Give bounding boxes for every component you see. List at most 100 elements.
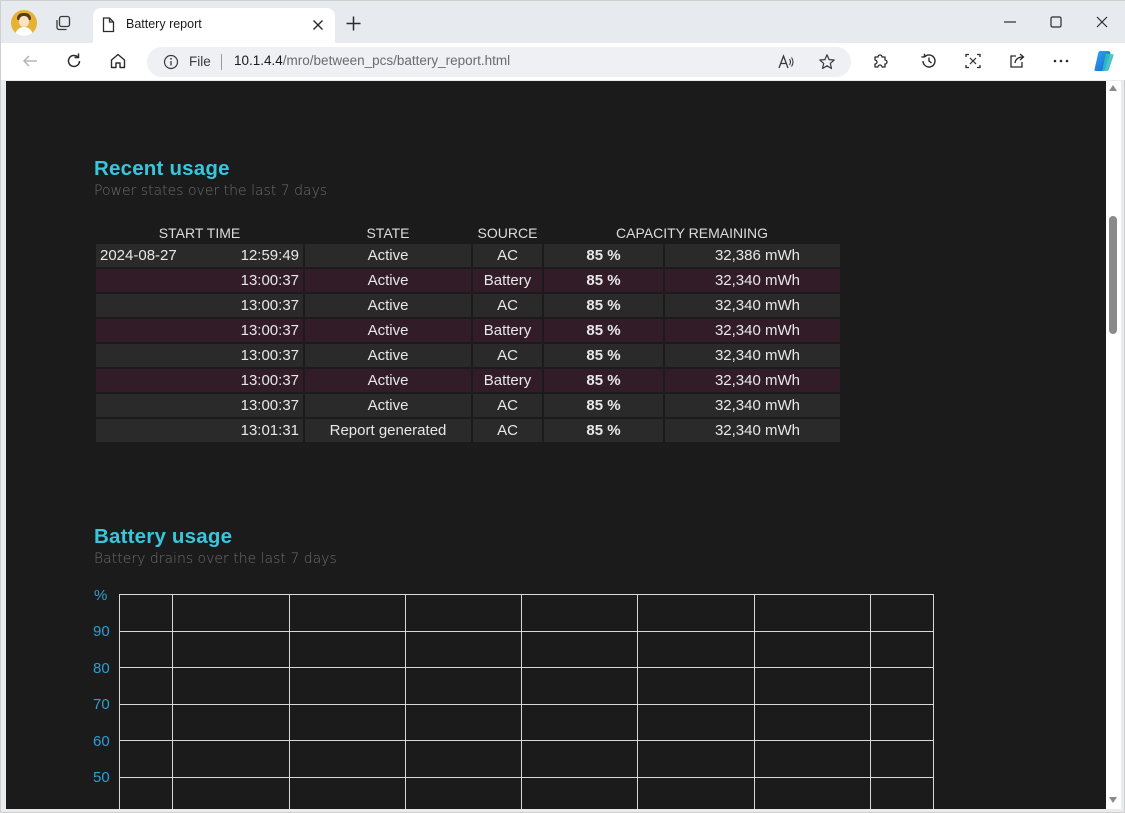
screenshot-icon[interactable] — [964, 52, 982, 70]
back-icon[interactable] — [21, 52, 39, 70]
cell-start-time: 13:00:37 — [96, 369, 303, 392]
vertical-scrollbar[interactable] — [1106, 81, 1121, 809]
cell-start-time: 13:00:37 — [96, 319, 303, 342]
cell-time: 13:00:37 — [240, 372, 299, 389]
address-bar[interactable]: File 10.1.4.4/mro/between_pcs/battery_re… — [147, 47, 851, 77]
tab-title: Battery report — [126, 17, 202, 31]
cell-capacity: 32,340 mWh — [665, 269, 840, 292]
cell-state: Active — [305, 319, 471, 342]
table-body: 2024-08-27 12:59:49 Active AC 85 % 32,386 mWh… — [96, 244, 840, 442]
battery-usage-heading: Battery usage — [94, 525, 233, 548]
table-row: 13:00:37 Active AC 85 % 32,340 mWh — [96, 394, 840, 417]
home-icon[interactable] — [109, 52, 127, 70]
read-aloud-icon[interactable] — [777, 53, 795, 71]
cell-time: 13:00:37 — [240, 397, 299, 414]
column-header-source: SOURCE — [477, 224, 538, 241]
workspaces-icon[interactable] — [55, 15, 71, 31]
close-tab-icon[interactable] — [311, 18, 325, 32]
column-header-state: STATE — [366, 224, 410, 241]
url-text[interactable]: 10.1.4.4/mro/between_pcs/battery_report.… — [234, 53, 510, 68]
cell-start-time: 13:00:37 — [96, 394, 303, 417]
cell-percent: 85 % — [544, 394, 663, 417]
table-row: 13:01:31 Report generated AC 85 % 32,340 mWh — [96, 419, 840, 442]
cell-capacity: 32,386 mWh — [665, 244, 840, 267]
cell-capacity: 32,340 mWh — [665, 419, 840, 442]
more-icon[interactable] — [1052, 52, 1070, 70]
cell-percent: 85 % — [544, 319, 663, 342]
cell-time: 13:00:37 — [240, 272, 299, 289]
url-host: 10.1.4.4 — [234, 53, 283, 68]
cell-state: Active — [305, 294, 471, 317]
table-row: 13:00:37 Active AC 85 % 32,340 mWh — [96, 294, 840, 317]
info-icon[interactable] — [163, 54, 179, 70]
page-viewport: Recent usage Power states over the last … — [6, 81, 1106, 809]
cell-time: 12:59:49 — [240, 247, 299, 264]
cell-percent: 85 % — [544, 244, 663, 267]
extensions-icon[interactable] — [871, 52, 889, 70]
plus-icon[interactable] — [345, 15, 362, 32]
cell-capacity: 32,340 mWh — [665, 319, 840, 342]
cell-source: AC — [473, 344, 542, 367]
table-row: 13:00:37 Active Battery 85 % 32,340 mWh — [96, 369, 840, 392]
recent-usage-table: START TIME STATE SOURCE CAPACITY REMAINI… — [94, 221, 842, 444]
cell-state: Report generated — [305, 419, 471, 442]
cell-capacity: 32,340 mWh — [665, 394, 840, 417]
refresh-icon[interactable] — [65, 52, 83, 70]
scrollbar-thumb[interactable] — [1109, 216, 1117, 334]
cell-start-time: 2024-08-27 12:59:49 — [96, 244, 303, 267]
tab-battery-report[interactable]: Battery report — [93, 8, 335, 43]
file-scheme-label: File — [189, 54, 211, 69]
table-header-row: START TIME STATE SOURCE CAPACITY REMAINI… — [96, 223, 840, 242]
share-icon[interactable] — [1008, 52, 1026, 70]
cell-source: AC — [473, 244, 542, 267]
cell-percent: 85 % — [544, 294, 663, 317]
cell-capacity: 32,340 mWh — [665, 344, 840, 367]
battery-usage-subtitle: Battery drains over the last 7 days — [94, 551, 337, 567]
copilot-icon[interactable] — [1091, 50, 1115, 72]
close-window-icon[interactable] — [1094, 14, 1110, 30]
recent-usage-heading: Recent usage — [94, 157, 230, 180]
scroll-down-arrow-icon[interactable] — [1109, 797, 1117, 803]
history-icon[interactable] — [920, 52, 938, 70]
cell-state: Active — [305, 269, 471, 292]
cell-time: 13:00:37 — [240, 297, 299, 314]
table-row: 13:00:37 Active Battery 85 % 32,340 mWh — [96, 269, 840, 292]
cell-date: 2024-08-27 — [100, 247, 177, 264]
cell-state: Active — [305, 394, 471, 417]
battery-usage-chart: % 90 80 70 60 50 40 — [89, 581, 939, 809]
cell-capacity: 32,340 mWh — [665, 294, 840, 317]
cell-start-time: 13:00:37 — [96, 269, 303, 292]
cell-capacity: 32,340 mWh — [665, 369, 840, 392]
browser-window: Battery report File 10.1.4.4/mro/between… — [0, 0, 1125, 813]
cell-time: 13:01:31 — [240, 422, 299, 439]
cell-start-time: 13:00:37 — [96, 294, 303, 317]
cell-state: Active — [305, 344, 471, 367]
cell-percent: 85 % — [544, 344, 663, 367]
navigation-toolbar: File 10.1.4.4/mro/between_pcs/battery_re… — [1, 43, 1125, 80]
favorite-star-icon[interactable] — [818, 53, 836, 71]
cell-start-time: 13:00:37 — [96, 344, 303, 367]
cell-source: Battery — [473, 369, 542, 392]
table-row: 2024-08-27 12:59:49 Active AC 85 % 32,386 mWh — [96, 244, 840, 267]
cell-time: 13:00:37 — [240, 322, 299, 339]
recent-usage-subtitle: Power states over the last 7 days — [94, 183, 328, 199]
profile-avatar[interactable] — [11, 10, 37, 36]
tab-strip: Battery report — [1, 1, 1125, 43]
table-row: 13:00:37 Active AC 85 % 32,340 mWh — [96, 344, 840, 367]
column-header-start-time: START TIME — [158, 224, 241, 241]
maximize-icon[interactable] — [1048, 14, 1064, 30]
cell-source: AC — [473, 294, 542, 317]
minimize-icon[interactable] — [1002, 14, 1018, 30]
scroll-up-arrow-icon[interactable] — [1109, 85, 1117, 91]
cell-time: 13:00:37 — [240, 347, 299, 364]
cell-state: Active — [305, 369, 471, 392]
table-row: 13:00:37 Active Battery 85 % 32,340 mWh — [96, 319, 840, 342]
cell-percent: 85 % — [544, 419, 663, 442]
cell-source: Battery — [473, 319, 542, 342]
cell-percent: 85 % — [544, 269, 663, 292]
document-icon — [102, 17, 115, 33]
address-separator — [221, 54, 222, 70]
cell-source: AC — [473, 394, 542, 417]
url-path: /mro/between_pcs/battery_report.html — [282, 53, 511, 68]
cell-source: Battery — [473, 269, 542, 292]
